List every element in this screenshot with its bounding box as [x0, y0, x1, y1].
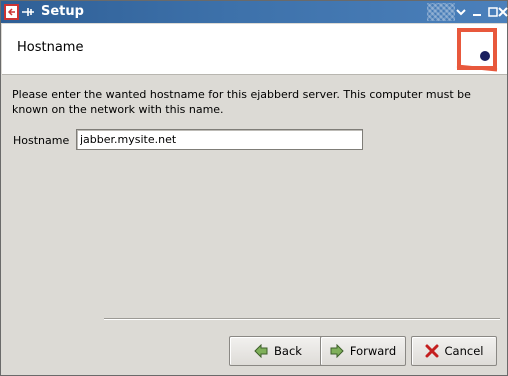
button-separator [104, 318, 500, 320]
setup-app-icon[interactable] [4, 4, 34, 20]
hostname-label: Hostname [13, 134, 70, 147]
title-bar[interactable]: Setup [1, 1, 508, 23]
forward-button-label: Forward [349, 344, 397, 358]
shade-icon[interactable] [453, 4, 469, 20]
intro-text: Please enter the wanted hostname for thi… [12, 88, 471, 116]
titlebar-pattern [427, 3, 455, 21]
page-title: Hostname [17, 40, 84, 55]
window-title: Setup [41, 4, 84, 19]
cancel-button-label: Cancel [444, 344, 484, 358]
page-header: Hostname [2, 24, 507, 75]
setup-logo [454, 26, 500, 72]
cancel-x-icon [425, 344, 439, 358]
close-icon[interactable] [497, 4, 508, 20]
forward-button[interactable]: Forward [320, 336, 406, 366]
back-arrow-icon [254, 344, 268, 358]
back-button-label: Back [274, 344, 302, 358]
forward-arrow-icon [330, 344, 344, 358]
cancel-button[interactable]: Cancel [411, 336, 497, 366]
minimize-icon[interactable] [469, 4, 485, 20]
back-button[interactable]: Back [229, 336, 327, 366]
setup-window: Setup Hostname Please enter the wanted h… [0, 0, 508, 376]
hostname-input[interactable] [76, 129, 363, 150]
